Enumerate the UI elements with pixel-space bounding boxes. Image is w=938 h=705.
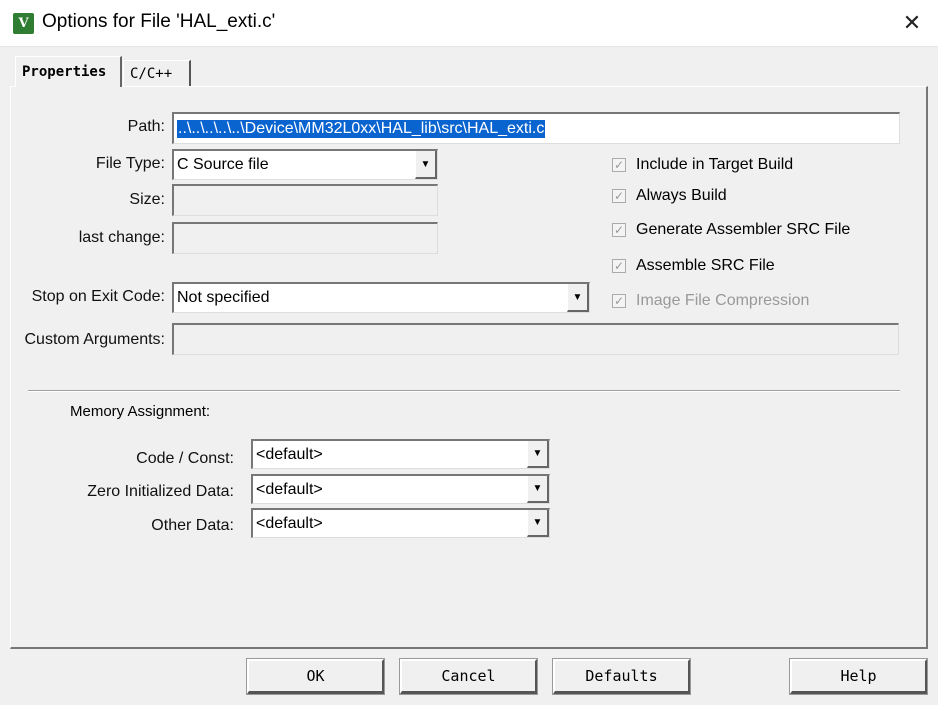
- file-type-select[interactable]: C Source file ▼: [172, 149, 438, 180]
- chevron-down-icon[interactable]: ▼: [415, 151, 437, 179]
- path-value: ..\..\..\..\..\Device\MM32L0xx\HAL_lib\s…: [177, 119, 546, 138]
- other-data-value: <default>: [256, 514, 323, 532]
- always-build-checkbox[interactable]: ✓ Always Build: [612, 187, 727, 205]
- file-type-label: File Type:: [95, 155, 165, 172]
- other-data-select[interactable]: <default> ▼: [251, 508, 550, 538]
- tab-properties[interactable]: Properties: [15, 56, 122, 87]
- checkmark-icon: ✓: [612, 223, 626, 237]
- stop-exit-select[interactable]: Not specified ▼: [172, 282, 590, 313]
- memory-assignment-heading: Memory Assignment:: [70, 403, 211, 420]
- assemble-src-checkbox[interactable]: ✓ Assemble SRC File: [612, 257, 775, 275]
- generate-assembler-src-checkbox[interactable]: ✓ Generate Assembler SRC File: [612, 221, 850, 239]
- checkmark-icon: ✓: [612, 259, 626, 273]
- include-target-build-checkbox[interactable]: ✓ Include in Target Build: [612, 156, 793, 174]
- checkbox-label: Assemble SRC File: [636, 257, 775, 274]
- code-const-label: Code / Const:: [136, 450, 234, 467]
- other-data-label: Other Data:: [151, 517, 234, 534]
- file-type-value: C Source file: [177, 156, 269, 173]
- defaults-button[interactable]: Defaults: [552, 658, 691, 695]
- image-file-compression-checkbox: ✓ Image File Compression: [612, 292, 809, 310]
- custom-args-label: Custom Arguments:: [24, 331, 166, 348]
- close-icon: ✕: [902, 10, 922, 35]
- chevron-down-icon[interactable]: ▼: [527, 510, 549, 537]
- help-button[interactable]: Help: [789, 658, 928, 695]
- checkbox-label: Always Build: [636, 187, 727, 204]
- close-button[interactable]: ✕: [898, 10, 926, 36]
- code-const-select[interactable]: <default> ▼: [251, 439, 550, 469]
- zero-init-value: <default>: [256, 480, 323, 498]
- zero-init-label: Zero Initialized Data:: [87, 483, 234, 500]
- checkmark-icon: ✓: [612, 158, 626, 172]
- ok-button[interactable]: OK: [246, 658, 385, 695]
- stop-exit-value: Not specified: [177, 289, 270, 306]
- chevron-down-icon[interactable]: ▼: [527, 441, 549, 468]
- chevron-down-icon[interactable]: ▼: [567, 284, 589, 312]
- size-label: Size:: [129, 191, 165, 208]
- window-title: Options for File 'HAL_exti.c': [42, 11, 276, 32]
- size-field: [172, 184, 438, 216]
- checkbox-label: Generate Assembler SRC File: [636, 221, 851, 238]
- checkbox-label: Include in Target Build: [636, 156, 794, 173]
- tab-c-cpp[interactable]: C/C++: [123, 60, 191, 86]
- stop-exit-label: Stop on Exit Code:: [31, 288, 165, 305]
- cancel-button[interactable]: Cancel: [399, 658, 538, 695]
- zero-init-select[interactable]: <default> ▼: [251, 474, 550, 504]
- code-const-value: <default>: [256, 445, 323, 463]
- keil-uvision-icon: V: [13, 13, 34, 34]
- last-change-field: [172, 222, 438, 254]
- path-input[interactable]: ..\..\..\..\..\Device\MM32L0xx\HAL_lib\s…: [172, 112, 900, 144]
- custom-args-field: [172, 323, 899, 355]
- checkbox-label: Image File Compression: [636, 292, 810, 309]
- path-label: Path:: [127, 118, 165, 135]
- checkmark-icon: ✓: [612, 294, 626, 308]
- section-divider: [28, 390, 900, 392]
- chevron-down-icon[interactable]: ▼: [527, 476, 549, 503]
- title-bar: V Options for File 'HAL_exti.c' ✕: [0, 0, 938, 47]
- checkmark-icon: ✓: [612, 189, 626, 203]
- last-change-label: last change:: [78, 229, 165, 246]
